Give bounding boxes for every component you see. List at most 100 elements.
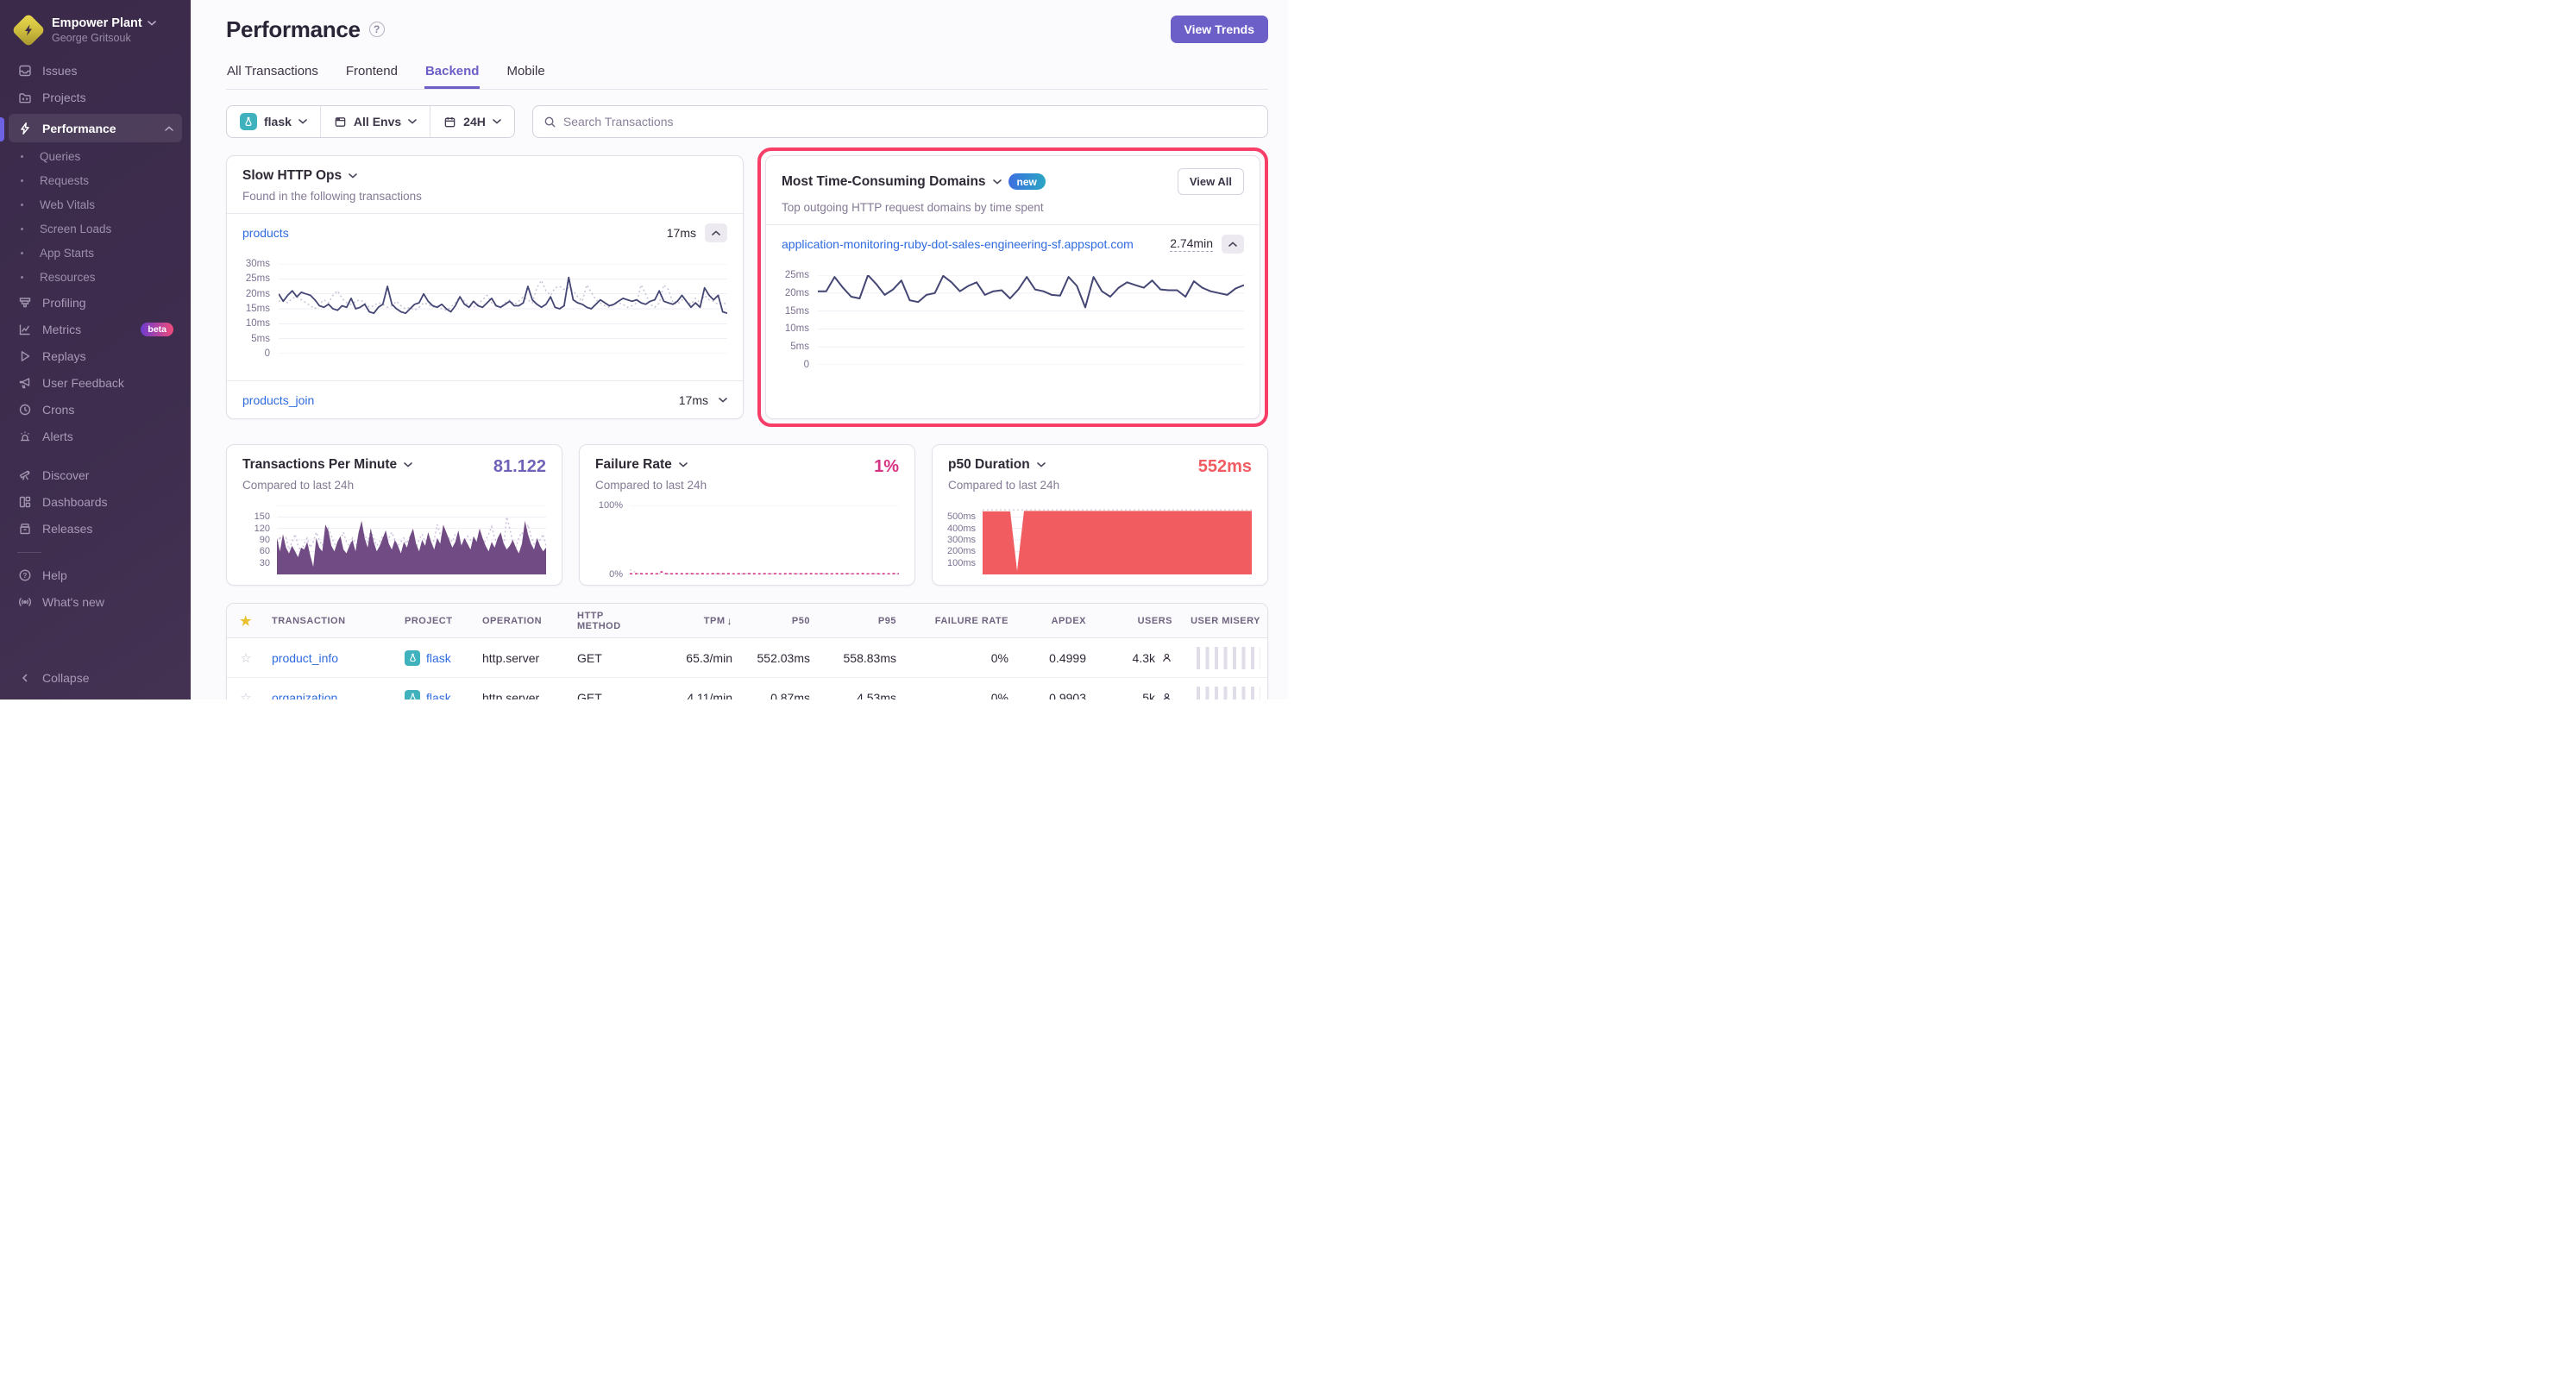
sidebar-divider [17, 552, 41, 553]
tab-frontend[interactable]: Frontend [345, 64, 399, 89]
sidebar-item-whats-new[interactable]: What's new [9, 588, 182, 615]
collapse-row-button[interactable] [705, 223, 727, 242]
org-name: Empower Plant [52, 16, 142, 30]
help-icon: ? [17, 568, 32, 582]
col-users[interactable]: USERS [1093, 616, 1179, 626]
sidebar-item-label: User Feedback [42, 376, 124, 390]
project-link[interactable]: flask [426, 691, 451, 700]
tab-backend[interactable]: Backend [424, 64, 481, 89]
sidebar-item-help[interactable]: ? Help [9, 561, 182, 588]
kpi-subtitle: Compared to last 24h [242, 479, 546, 492]
user-icon [1161, 692, 1172, 700]
chevron-down-icon[interactable] [349, 173, 357, 179]
page-title: Performance [226, 16, 361, 43]
star-icon[interactable]: ★ [227, 613, 265, 629]
expand-row-button[interactable] [719, 398, 727, 403]
search-input[interactable] [563, 115, 1257, 129]
col-transaction[interactable]: TRANSACTION [265, 616, 398, 626]
col-operation[interactable]: OPERATION [475, 616, 570, 626]
line-chart [818, 275, 1244, 365]
col-apdex[interactable]: APDEX [1015, 616, 1093, 626]
failure-rate-chart: 100% 0% [590, 505, 899, 574]
view-trends-button[interactable]: View Trends [1171, 16, 1268, 43]
collapse-row-button[interactable] [1222, 235, 1244, 254]
sidebar-item-releases[interactable]: Releases [9, 515, 182, 542]
transaction-link[interactable]: products [242, 226, 289, 240]
accordion-row-domain: application-monitoring-ruby-dot-sales-en… [766, 225, 1260, 263]
sidebar-item-label: Crons [42, 403, 74, 417]
accordion-row-products-join: products_join 17ms [227, 380, 743, 418]
area-chart [277, 505, 546, 574]
project-filter[interactable]: flask [227, 106, 320, 137]
sidebar-item-crons[interactable]: Crons [9, 396, 182, 423]
p50-cell: 0.87ms [739, 691, 817, 700]
sidebar-item-web-vitals[interactable]: Web Vitals [9, 192, 182, 216]
date-range-filter[interactable]: 24H [430, 106, 514, 137]
sidebar-item-projects[interactable]: Projects [9, 84, 182, 110]
card-title: p50 Duration [948, 457, 1030, 473]
sidebar-item-user-feedback[interactable]: User Feedback [9, 369, 182, 396]
user-misery-cell [1179, 647, 1267, 669]
app-root: Empower Plant George Gritsouk Issues Pro… [0, 0, 1288, 700]
chevron-down-icon[interactable] [679, 462, 688, 467]
clock-icon [17, 402, 32, 417]
http-method-cell: GET [570, 691, 653, 700]
chevron-down-icon[interactable] [1037, 462, 1046, 467]
card-title: Transactions Per Minute [242, 457, 397, 473]
transaction-link[interactable]: product_info [272, 651, 338, 665]
sidebar-item-resources[interactable]: Resources [9, 265, 182, 289]
p50-chart: 500ms 400ms 300ms 200ms 100ms [943, 505, 1252, 574]
sidebar-item-queries[interactable]: Queries [9, 144, 182, 168]
kpi-value: 1% [874, 457, 899, 477]
p50-cell: 552.03ms [739, 651, 817, 665]
failure-rate-cell: 0% [903, 651, 1015, 665]
sidebar-item-label: Collapse [42, 671, 89, 685]
table-row: ☆ product_info flask http.server GET 65.… [227, 638, 1267, 678]
tpm-card: Transactions Per Minute 81.122 Compared … [226, 444, 562, 586]
project-link[interactable]: flask [426, 651, 451, 665]
col-http-method[interactable]: HTTP METHOD [570, 611, 653, 631]
col-user-misery[interactable]: USER MISERY [1179, 616, 1267, 626]
bullet-icon [21, 276, 23, 279]
col-project[interactable]: PROJECT [398, 616, 475, 626]
sidebar-item-screen-loads[interactable]: Screen Loads [9, 216, 182, 241]
org-switcher[interactable]: Empower Plant George Gritsouk [9, 12, 182, 57]
sidebar-collapse-button[interactable]: Collapse [9, 664, 182, 691]
sidebar-item-replays[interactable]: Replays [9, 342, 182, 369]
page-help-icon[interactable]: ? [369, 22, 385, 37]
line-chart [630, 505, 899, 574]
sidebar-item-issues[interactable]: Issues [9, 57, 182, 84]
megaphone-icon [17, 375, 32, 390]
sidebar-item-dashboards[interactable]: Dashboards [9, 488, 182, 515]
transaction-link[interactable]: organization [272, 691, 337, 700]
view-all-button[interactable]: View All [1178, 168, 1244, 195]
tab-all-transactions[interactable]: All Transactions [226, 64, 319, 89]
sidebar-item-discover[interactable]: Discover [9, 461, 182, 488]
domain-link[interactable]: application-monitoring-ruby-dot-sales-en… [782, 237, 1134, 251]
sidebar-item-alerts[interactable]: Alerts [9, 423, 182, 449]
sidebar-item-profiling[interactable]: Profiling [9, 289, 182, 316]
y-axis-labels: 30ms 25ms 20ms 15ms 10ms 5ms 0 [234, 264, 279, 354]
tab-mobile[interactable]: Mobile [506, 64, 545, 89]
star-outline-icon[interactable]: ☆ [227, 690, 265, 700]
chevron-down-icon[interactable] [404, 462, 412, 467]
sidebar-item-requests[interactable]: Requests [9, 168, 182, 192]
sidebar-item-label: Releases [42, 522, 92, 536]
filter-bar: flask All Envs 24H [226, 105, 1268, 138]
kpi-value: 81.122 [493, 457, 546, 477]
col-tpm[interactable]: TPM↓ [653, 615, 739, 627]
sidebar-item-app-starts[interactable]: App Starts [9, 241, 182, 265]
sidebar-item-metrics[interactable]: Metrics beta [9, 316, 182, 342]
card-subtitle: Top outgoing HTTP request domains by tim… [782, 201, 1244, 214]
star-outline-icon[interactable]: ☆ [227, 650, 265, 666]
col-failure-rate[interactable]: FAILURE RATE [903, 616, 1015, 626]
transaction-link[interactable]: products_join [242, 393, 314, 407]
col-p95[interactable]: P95 [817, 616, 903, 626]
user-icon [1161, 652, 1172, 663]
col-p50[interactable]: P50 [739, 616, 817, 626]
p95-cell: 558.83ms [817, 651, 903, 665]
p50-duration-card: p50 Duration 552ms Compared to last 24h … [932, 444, 1268, 586]
environment-filter[interactable]: All Envs [320, 106, 430, 137]
chevron-down-icon[interactable] [993, 179, 1002, 185]
sidebar-item-performance[interactable]: Performance [9, 114, 182, 142]
